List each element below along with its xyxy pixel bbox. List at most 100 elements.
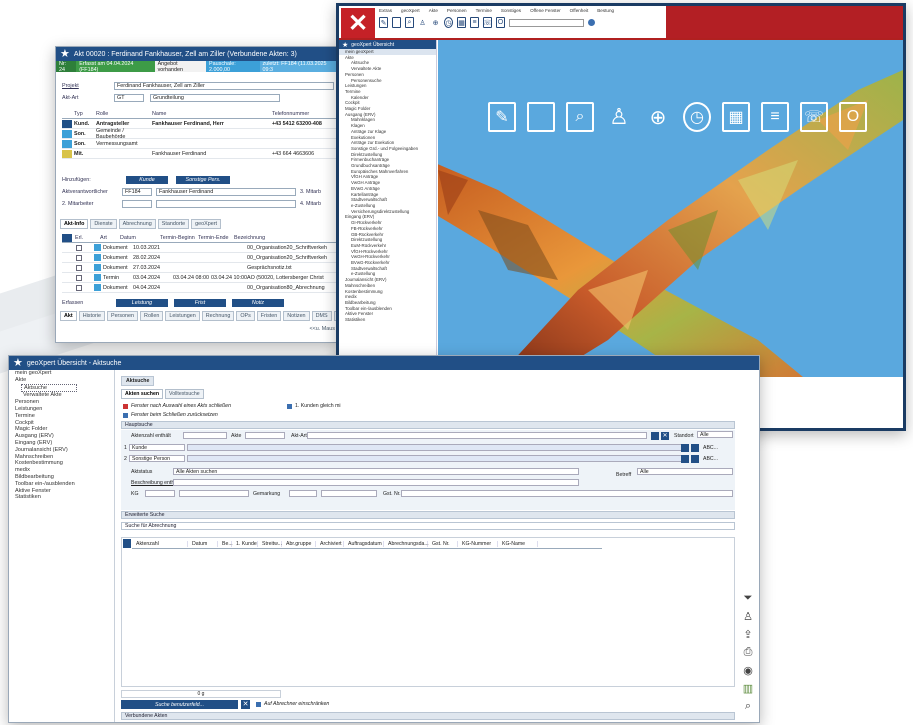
kg-name-input[interactable] [179,490,249,497]
gst-input[interactable] [401,490,733,497]
sidebar-item-kostenbestimmung[interactable]: Kostenbestimmung [9,460,114,467]
sidebar-item-journalansicht-erv-[interactable]: Journalansicht (ERV) [9,447,114,454]
clock-icon[interactable]: ◷ [683,102,711,132]
erledigt-checkbox[interactable] [76,244,82,251]
tab-leistungen[interactable]: Leistungen [165,311,200,321]
checkbox-first-customer[interactable]: 1. Kunden gleich mi [287,403,341,409]
clock-icon[interactable]: ◷ [444,17,453,28]
document-search-icon[interactable]: ⌕ [405,17,414,28]
aktstatus-select[interactable]: Alle Akten suchen [173,468,579,475]
document-row[interactable]: Dokument 10.03.2021 00_Organisation20_Schr… [62,243,337,253]
gemarkung-name-input[interactable] [321,490,377,497]
verbundene-akten-header[interactable]: Verbundene Akten [121,712,735,720]
toggle-icon[interactable]: ◉ [743,664,753,677]
column-header[interactable]: Abr.gruppe [282,540,316,547]
gemarkung-input[interactable] [289,490,317,497]
sidebar-item-eingang-erv-[interactable]: Eingang (ERV) [9,440,114,447]
tab-ops[interactable]: OPs [236,311,255,321]
aktsuche-titlebar[interactable]: ★ geoXpert Übersicht - Aktsuche [9,356,759,370]
aktart-lookup-button[interactable] [651,432,659,440]
hauptsuche-header[interactable]: Hauptsuche [121,421,735,429]
column-header[interactable]: KG-Name [498,540,538,547]
menu-termine[interactable]: Termine [476,8,492,13]
calendar-icon[interactable]: ▦ [457,17,466,28]
person-search-icon[interactable]: ♙ [418,17,427,28]
tab-geoxpert[interactable]: geoXpert [191,219,222,229]
sidebar-item-termine[interactable]: Termine [9,413,114,420]
tab-aktsuche[interactable]: Aktsuche [121,376,155,386]
sidebar-item-aktive-fenster[interactable]: Aktive Fenster [9,488,114,495]
sidebar-item-personen[interactable]: Personen [9,399,114,406]
column-header[interactable]: Datum [188,540,218,547]
akte-input[interactable] [245,432,285,439]
menu-offenheit[interactable]: Offenheit [570,8,589,13]
person1-clear-button[interactable] [691,444,699,452]
aktart-code-field[interactable]: GT [114,94,144,102]
leistung-button[interactable]: Leistung [116,299,168,307]
aktart-clear-button[interactable]: ✕ [661,432,669,440]
sidebar-item-verwaltete-akte[interactable]: Verwaltete Akte [9,392,114,399]
person2-select[interactable]: Sonstige Person [129,455,185,462]
search-icon[interactable]: ⌕ [745,700,751,713]
menu-geoxpert[interactable]: geoXpert [401,8,420,13]
tab-standorte[interactable]: Standorte [157,219,190,229]
column-header[interactable]: KG-Nummer [458,540,498,547]
aktart-input[interactable] [307,432,647,439]
sidebar-item-leistungen[interactable]: Leistungen [9,406,114,413]
tab-akt-info[interactable]: Akt-Info [60,219,89,229]
erweiterte-suche-header[interactable]: Erweiterte Suche [121,511,735,519]
document-row[interactable]: Dokument 04.04.2024 00_Organisation80_Abre… [62,283,337,293]
phone-icon[interactable]: ☏ [800,102,828,132]
column-header[interactable]: Abrechnungsda... [384,540,429,547]
sidebar-item-medix[interactable]: medix [9,467,114,474]
menu-bestung[interactable]: Bestung [597,8,614,13]
delete-icon[interactable]: ▥ [743,682,753,695]
kg-input[interactable] [145,490,175,497]
tab-fristen[interactable]: Fristen [256,311,282,321]
document-row[interactable]: Dokument 27.03.2024 Gesprächsnotiz.txt [62,263,337,273]
erledigt-checkbox[interactable] [76,284,82,291]
tab-personen[interactable]: Personen [106,311,139,321]
checkbox-auf-abrechner[interactable]: Auf Abrechner einschränken [256,701,329,707]
sidebar-item-statistiken[interactable]: Statistiken [339,317,436,323]
tab-historie[interactable]: Historie [78,311,105,321]
checkbox-close-after-select[interactable]: Fenster nach Auswahl eines Akts schließe… [123,403,231,409]
person-search-icon[interactable]: ♙ [605,102,633,132]
sidebar-item-magic-folder[interactable]: Magic Folder [9,426,114,433]
akt-titlebar[interactable]: ★ Akt 00020 : Ferdinand Fankhauser, Zell… [56,47,339,61]
person1-select[interactable]: Kunde [129,444,185,451]
outlook-icon[interactable]: O [839,102,867,132]
tab-akten-suchen[interactable]: Akten suchen [121,389,164,399]
person1-input[interactable] [187,444,687,451]
party-row[interactable]: Mit. Fankhauser Ferdinand +43 664 4663606 [62,149,337,159]
sidebar-item-mein-geoxpert[interactable]: mein geoXpert [9,370,114,377]
column-header[interactable]: Streitw... [258,540,282,547]
outlook-icon[interactable]: O [496,17,505,28]
document-row[interactable]: Termin 03.04.2024 03.04.24 08:00 03.04.24 1… [62,273,337,283]
search-go-icon[interactable] [588,19,595,26]
party-row[interactable]: Son. Gemeinde / Baubehörde [62,128,337,140]
checkbox-reset-on-close[interactable]: Fenster beim Schließen zurücksetzen [123,412,218,418]
frist-button[interactable]: Frist [174,299,226,307]
erledigt-checkbox[interactable] [76,264,82,271]
menu-akte[interactable]: Akte [429,8,438,13]
document-search-icon[interactable]: ⌕ [566,102,594,132]
clear-icon[interactable]: ✕ [241,700,250,709]
sidebar-item-aktsuche[interactable]: Aktsuche [21,383,77,393]
sidebar-item-toolbar-ein-ausblenden[interactable]: Toolbar ein-/ausblenden [9,481,114,488]
person2-clear-button[interactable] [691,455,699,463]
sidebar-item-bildbearbeitung[interactable]: Bildbearbeitung [9,474,114,481]
menu-personen[interactable]: Personen [447,8,467,13]
invoice-icon[interactable]: ≡ [761,102,789,132]
export-icon[interactable]: ⇪ [743,628,752,641]
sidebar-item-statistiken[interactable]: Statistiken [9,494,114,501]
column-header[interactable]: Be... [218,540,233,547]
sidebar-item-cockpit[interactable]: Cockpit [9,420,114,427]
tab-akt[interactable]: Akt [60,311,77,321]
party-row[interactable]: Son. Vermessungsamt [62,139,337,149]
tab-rollen[interactable]: Rollen [140,311,164,321]
person2-lookup-button[interactable] [681,455,689,463]
invoice-icon[interactable]: ≡ [470,17,479,28]
abrechnung-suche-header[interactable]: Suche für Abrechnung [121,522,735,530]
document-icon[interactable] [392,17,401,28]
